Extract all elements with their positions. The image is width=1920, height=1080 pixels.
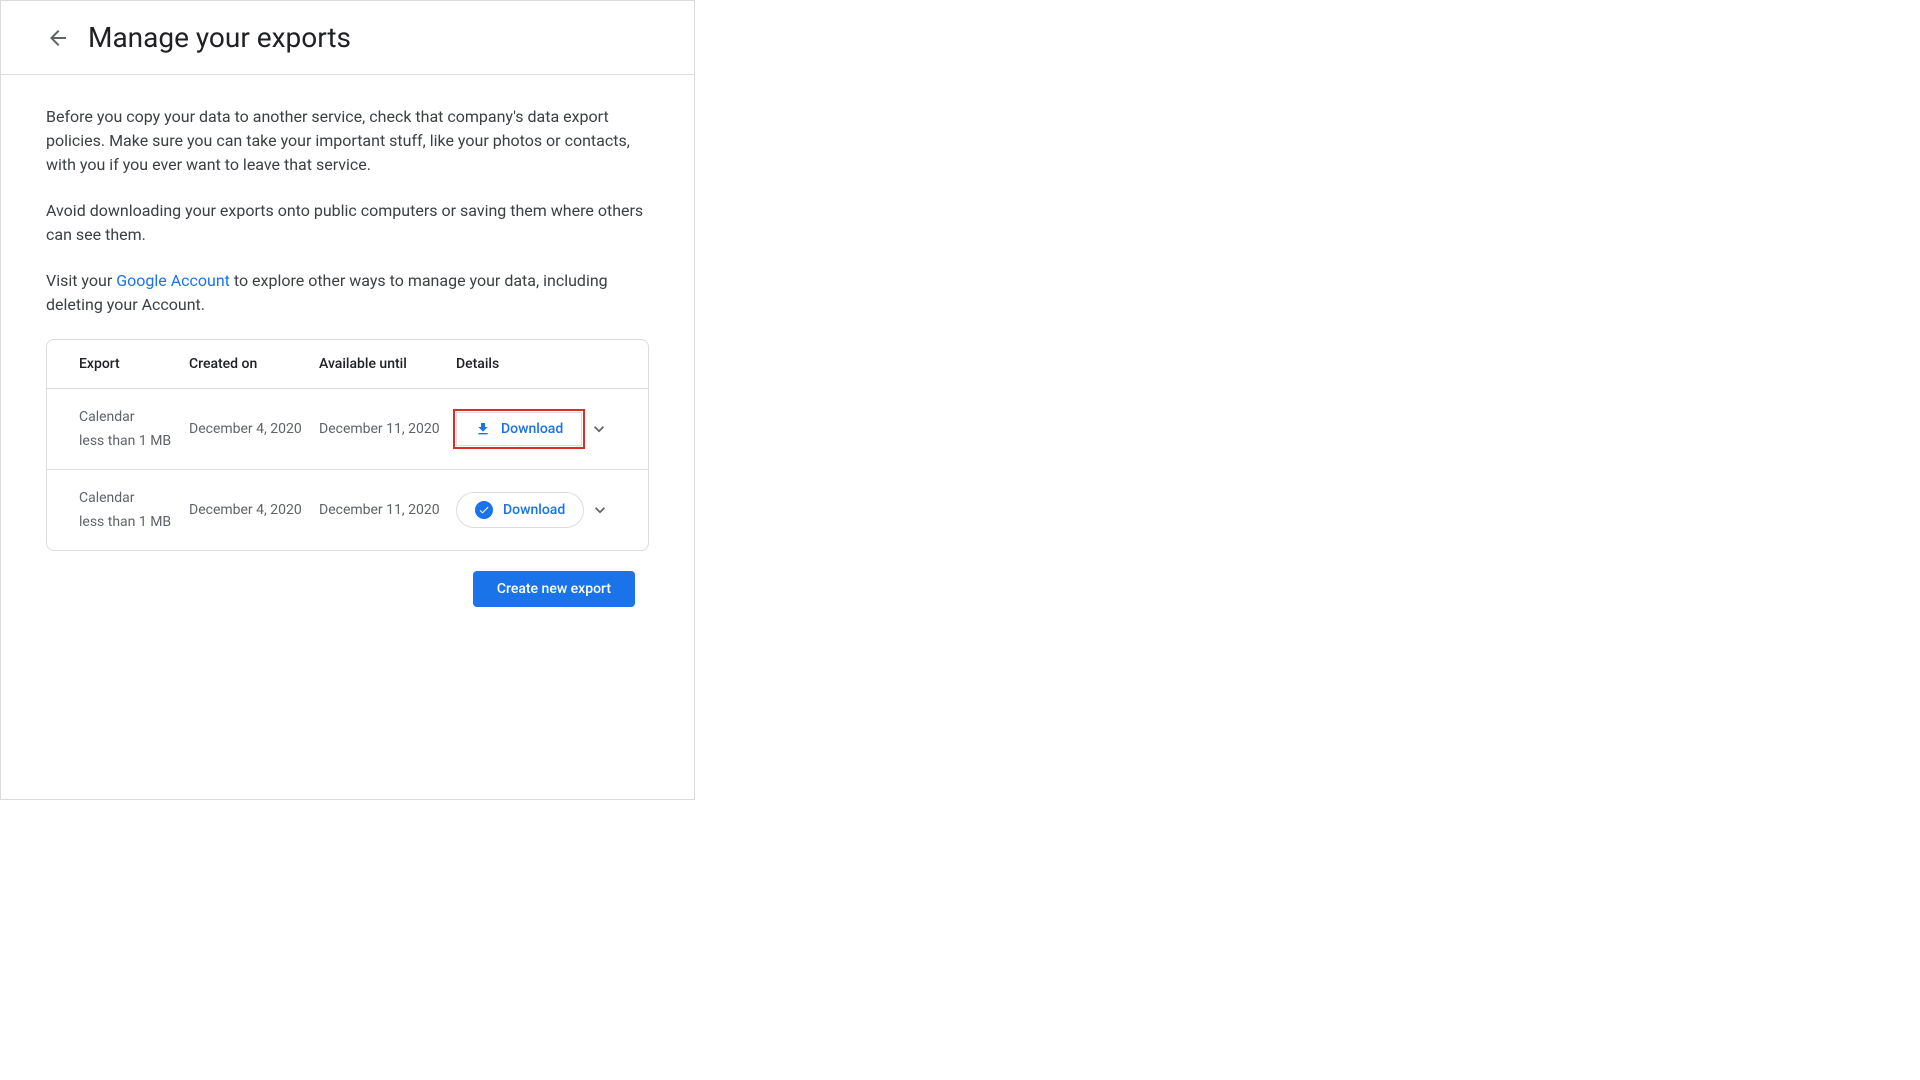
- back-arrow-icon[interactable]: [46, 26, 70, 50]
- intro-text-prefix: Visit your: [46, 271, 116, 290]
- intro-paragraph-1: Before you copy your data to another ser…: [46, 105, 649, 177]
- content-area: Before you copy your data to another ser…: [1, 75, 694, 637]
- check-circle-icon: [475, 501, 493, 519]
- create-new-export-button[interactable]: Create new export: [473, 571, 635, 607]
- download-button[interactable]: Download: [456, 492, 584, 528]
- export-size: less than 1 MB: [79, 433, 189, 449]
- table-row: Calendar less than 1 MB December 4, 2020…: [47, 389, 648, 470]
- header-available: Available until: [319, 356, 456, 372]
- google-account-link[interactable]: Google Account: [116, 271, 230, 290]
- available-date: December 11, 2020: [319, 502, 456, 518]
- download-icon: [475, 421, 491, 437]
- chevron-down-icon[interactable]: [589, 419, 609, 439]
- header-export: Export: [79, 356, 189, 372]
- main-container: Manage your exports Before you copy your…: [0, 0, 695, 800]
- header-details: Details: [456, 356, 576, 372]
- page-title: Manage your exports: [88, 21, 351, 54]
- table-row: Calendar less than 1 MB December 4, 2020…: [47, 470, 648, 550]
- download-label: Download: [503, 502, 565, 518]
- export-name: Calendar: [79, 490, 189, 506]
- export-cell: Calendar less than 1 MB: [79, 409, 189, 449]
- export-cell: Calendar less than 1 MB: [79, 490, 189, 530]
- created-date: December 4, 2020: [189, 502, 319, 518]
- header-created: Created on: [189, 356, 319, 372]
- created-date: December 4, 2020: [189, 421, 319, 437]
- available-date: December 11, 2020: [319, 421, 456, 437]
- chevron-down-icon[interactable]: [590, 500, 610, 520]
- exports-table: Export Created on Available until Detail…: [46, 339, 649, 551]
- table-header-row: Export Created on Available until Detail…: [47, 340, 648, 389]
- page-header: Manage your exports: [1, 1, 694, 75]
- download-label: Download: [501, 421, 563, 437]
- download-button[interactable]: Download: [456, 412, 582, 446]
- export-size: less than 1 MB: [79, 514, 189, 530]
- intro-paragraph-3: Visit your Google Account to explore oth…: [46, 269, 649, 317]
- create-button-wrapper: Create new export: [46, 571, 649, 607]
- export-name: Calendar: [79, 409, 189, 425]
- intro-paragraph-2: Avoid downloading your exports onto publ…: [46, 199, 649, 247]
